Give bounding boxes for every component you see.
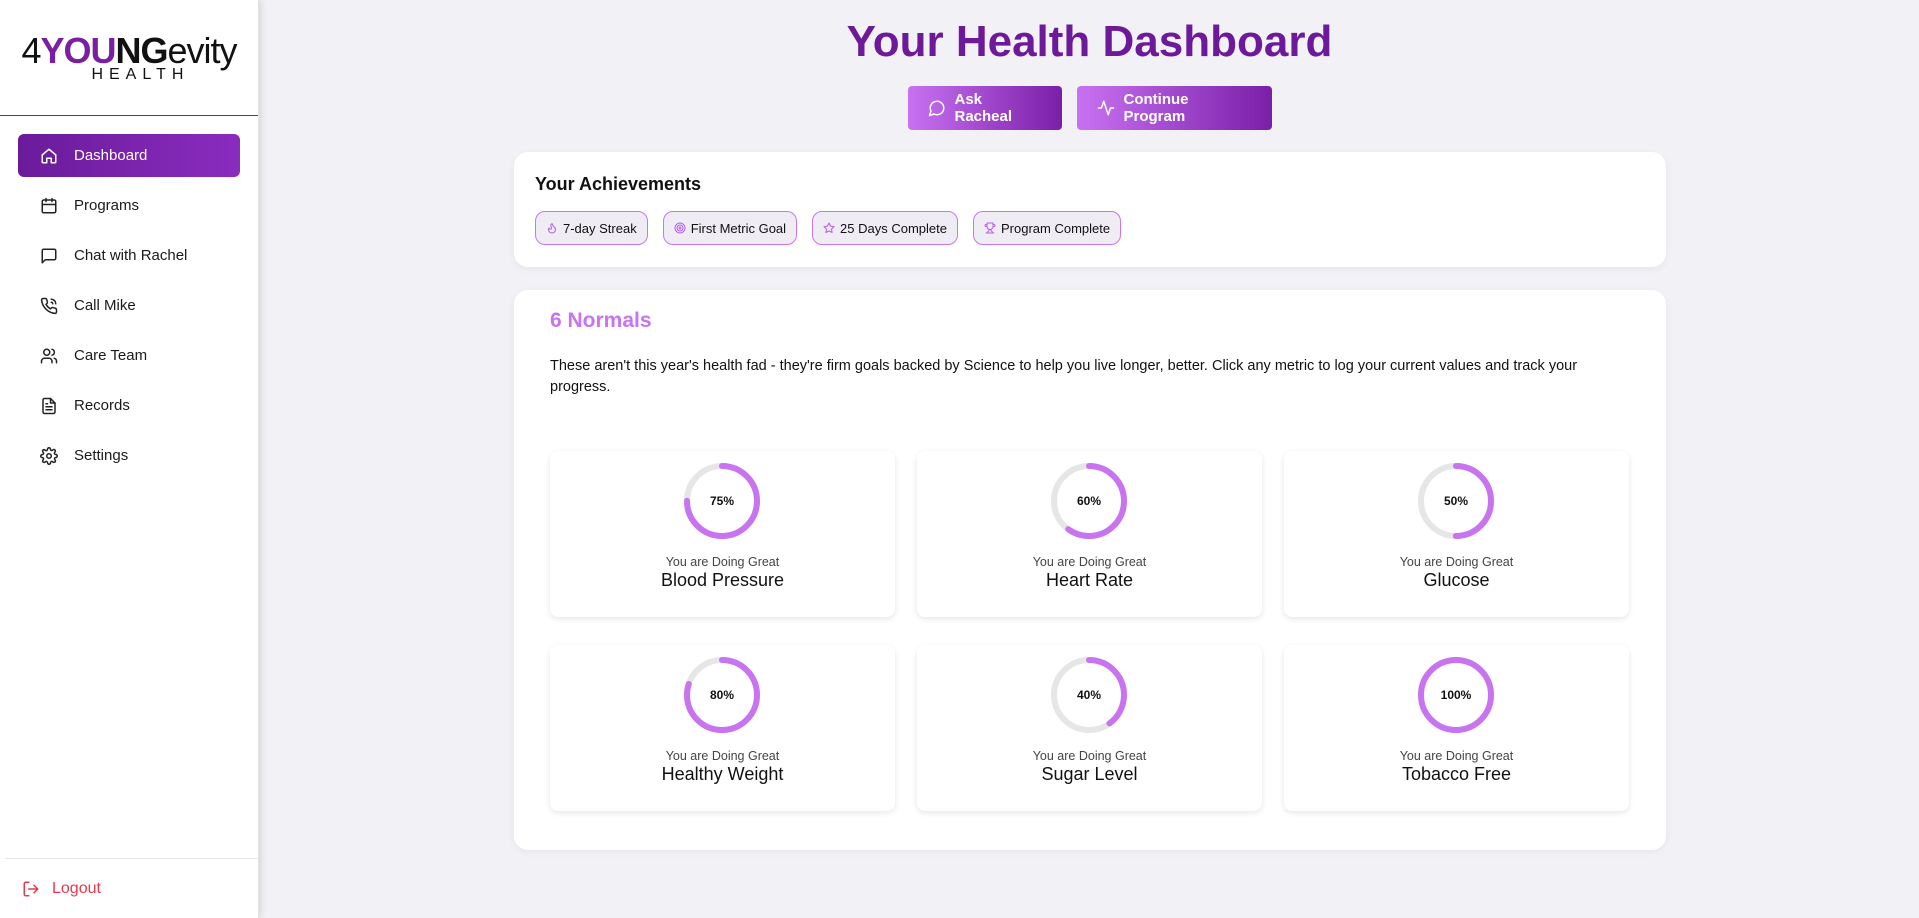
ask-racheal-label: Ask Racheal	[954, 91, 1013, 125]
sidebar-item-label: Records	[74, 397, 130, 414]
metric-card-heart-rate[interactable]: 60% You are Doing Great Heart Rate	[917, 451, 1262, 617]
metric-name: Healthy Weight	[661, 764, 784, 784]
logo-area: 4YOUNGevity HEALTH	[0, 0, 258, 116]
continue-program-label: Continue Program	[1123, 91, 1189, 125]
sidebar-item-label: Programs	[74, 197, 140, 214]
logo-text-ng: NG	[115, 29, 169, 71]
metric-name: Sugar Level	[1041, 764, 1138, 784]
normals-description: These aren't this year's health fad - th…	[550, 358, 1578, 395]
logo-text-you: YOU	[40, 29, 116, 71]
metric-name: Tobacco Free	[1401, 764, 1512, 784]
metric-status: You are Doing Great	[1399, 555, 1514, 569]
progress-ring: 50%	[1418, 463, 1494, 539]
sidebar-item-label: Chat with Rachel	[74, 247, 188, 264]
badge-label: 7-day Streak	[563, 220, 637, 236]
progress-percent: 50%	[1443, 494, 1469, 508]
metric-status: You are Doing Great	[1032, 749, 1147, 763]
sidebar-item-label: Dashboard	[74, 147, 148, 164]
document-icon	[40, 397, 58, 415]
badge-label: Program Complete	[1001, 220, 1111, 236]
sidebar-item-dashboard[interactable]: Dashboard	[18, 134, 240, 177]
metric-name: Glucose	[1423, 570, 1490, 590]
sidebar-item-settings[interactable]: Settings	[18, 434, 240, 477]
target-icon	[674, 222, 686, 234]
brand-logo[interactable]: 4YOUNGevity HEALTH	[21, 29, 238, 83]
metric-name: Blood Pressure	[660, 570, 785, 590]
sidebar-item-records[interactable]: Records	[18, 384, 240, 427]
progress-ring: 60%	[1051, 463, 1127, 539]
progress-percent: 75%	[709, 494, 735, 508]
metric-card-sugar-level[interactable]: 40% You are Doing Great Sugar Level	[917, 645, 1262, 811]
normals-title: 6 Normals	[550, 309, 652, 332]
metric-status: You are Doing Great	[1399, 749, 1514, 763]
trophy-icon	[984, 222, 996, 234]
metric-card-healthy-weight[interactable]: 80% You are Doing Great Healthy Weight	[550, 645, 895, 811]
progress-ring: 40%	[1051, 657, 1127, 733]
continue-program-button[interactable]: Continue Program	[1076, 86, 1272, 130]
progress-ring: 75%	[684, 463, 760, 539]
sidebar-item-label: Settings	[74, 447, 129, 464]
sidebar-item-chat-with-rachel[interactable]: Chat with Rachel	[18, 234, 240, 277]
badge-25-days-complete[interactable]: 25 Days Complete	[812, 211, 958, 245]
chat-icon	[40, 247, 58, 265]
logo-text-prefix: 4	[21, 29, 41, 71]
badge-label: 25 Days Complete	[840, 220, 947, 236]
sidebar: 4YOUNGevity HEALTH Dashboard Programs Ch…	[0, 0, 259, 918]
metric-card-blood-pressure[interactable]: 75% You are Doing Great Blood Pressure	[550, 451, 895, 617]
logout-label: Logout	[52, 879, 101, 897]
badge-label: First Metric Goal	[690, 220, 787, 236]
progress-percent: 80%	[709, 688, 735, 702]
normals-card: 6 Normals These aren't this year's healt…	[514, 290, 1666, 850]
metric-status: You are Doing Great	[665, 555, 780, 569]
progress-percent: 100%	[1440, 688, 1472, 702]
sidebar-item-label: Care Team	[74, 347, 148, 364]
progress-percent: 40%	[1076, 688, 1102, 702]
sidebar-item-care-team[interactable]: Care Team	[18, 334, 240, 377]
chat-bubble-icon	[928, 99, 946, 117]
achievements-card: Your Achievements 7-day Streak First Met…	[514, 152, 1666, 267]
metric-status: You are Doing Great	[1032, 555, 1147, 569]
logout-button[interactable]: Logout	[5, 858, 258, 918]
progress-percent: 60%	[1076, 494, 1102, 508]
sidebar-item-programs[interactable]: Programs	[18, 184, 240, 227]
logout-icon	[22, 880, 40, 898]
star-icon	[823, 222, 835, 234]
achievements-title: Your Achievements	[535, 174, 702, 194]
metric-card-glucose[interactable]: 50% You are Doing Great Glucose	[1284, 451, 1629, 617]
main-content: Your Health Dashboard Ask Racheal Contin…	[260, 0, 1919, 918]
home-icon	[40, 147, 58, 165]
gear-icon	[40, 446, 58, 465]
calendar-icon	[40, 197, 58, 215]
ask-racheal-button[interactable]: Ask Racheal	[907, 86, 1062, 130]
badge-program-complete[interactable]: Program Complete	[973, 211, 1122, 245]
metric-name: Heart Rate	[1045, 570, 1134, 590]
badge-7-day-streak[interactable]: 7-day Streak	[535, 211, 648, 245]
activity-icon	[1097, 99, 1115, 117]
sidebar-item-call-mike[interactable]: Call Mike	[18, 284, 240, 327]
header-actions: Ask Racheal Continue Program	[260, 86, 1919, 130]
flame-icon	[546, 222, 558, 234]
page-title: Your Health Dashboard	[846, 17, 1333, 66]
badge-first-metric-goal[interactable]: First Metric Goal	[662, 211, 798, 245]
metric-status: You are Doing Great	[665, 749, 780, 763]
sidebar-item-label: Call Mike	[74, 297, 136, 314]
logo-text-suffix: evity	[167, 29, 238, 71]
progress-ring: 80%	[684, 657, 760, 733]
phone-icon	[40, 297, 58, 315]
metric-card-tobacco-free[interactable]: 100% You are Doing Great Tobacco Free	[1284, 645, 1629, 811]
progress-ring: 100%	[1418, 657, 1494, 733]
achievement-badges: 7-day Streak First Metric Goal 25 Days C…	[535, 211, 1645, 245]
users-icon	[40, 347, 58, 365]
sidebar-nav: Dashboard Programs Chat with Rachel Call…	[0, 116, 258, 477]
